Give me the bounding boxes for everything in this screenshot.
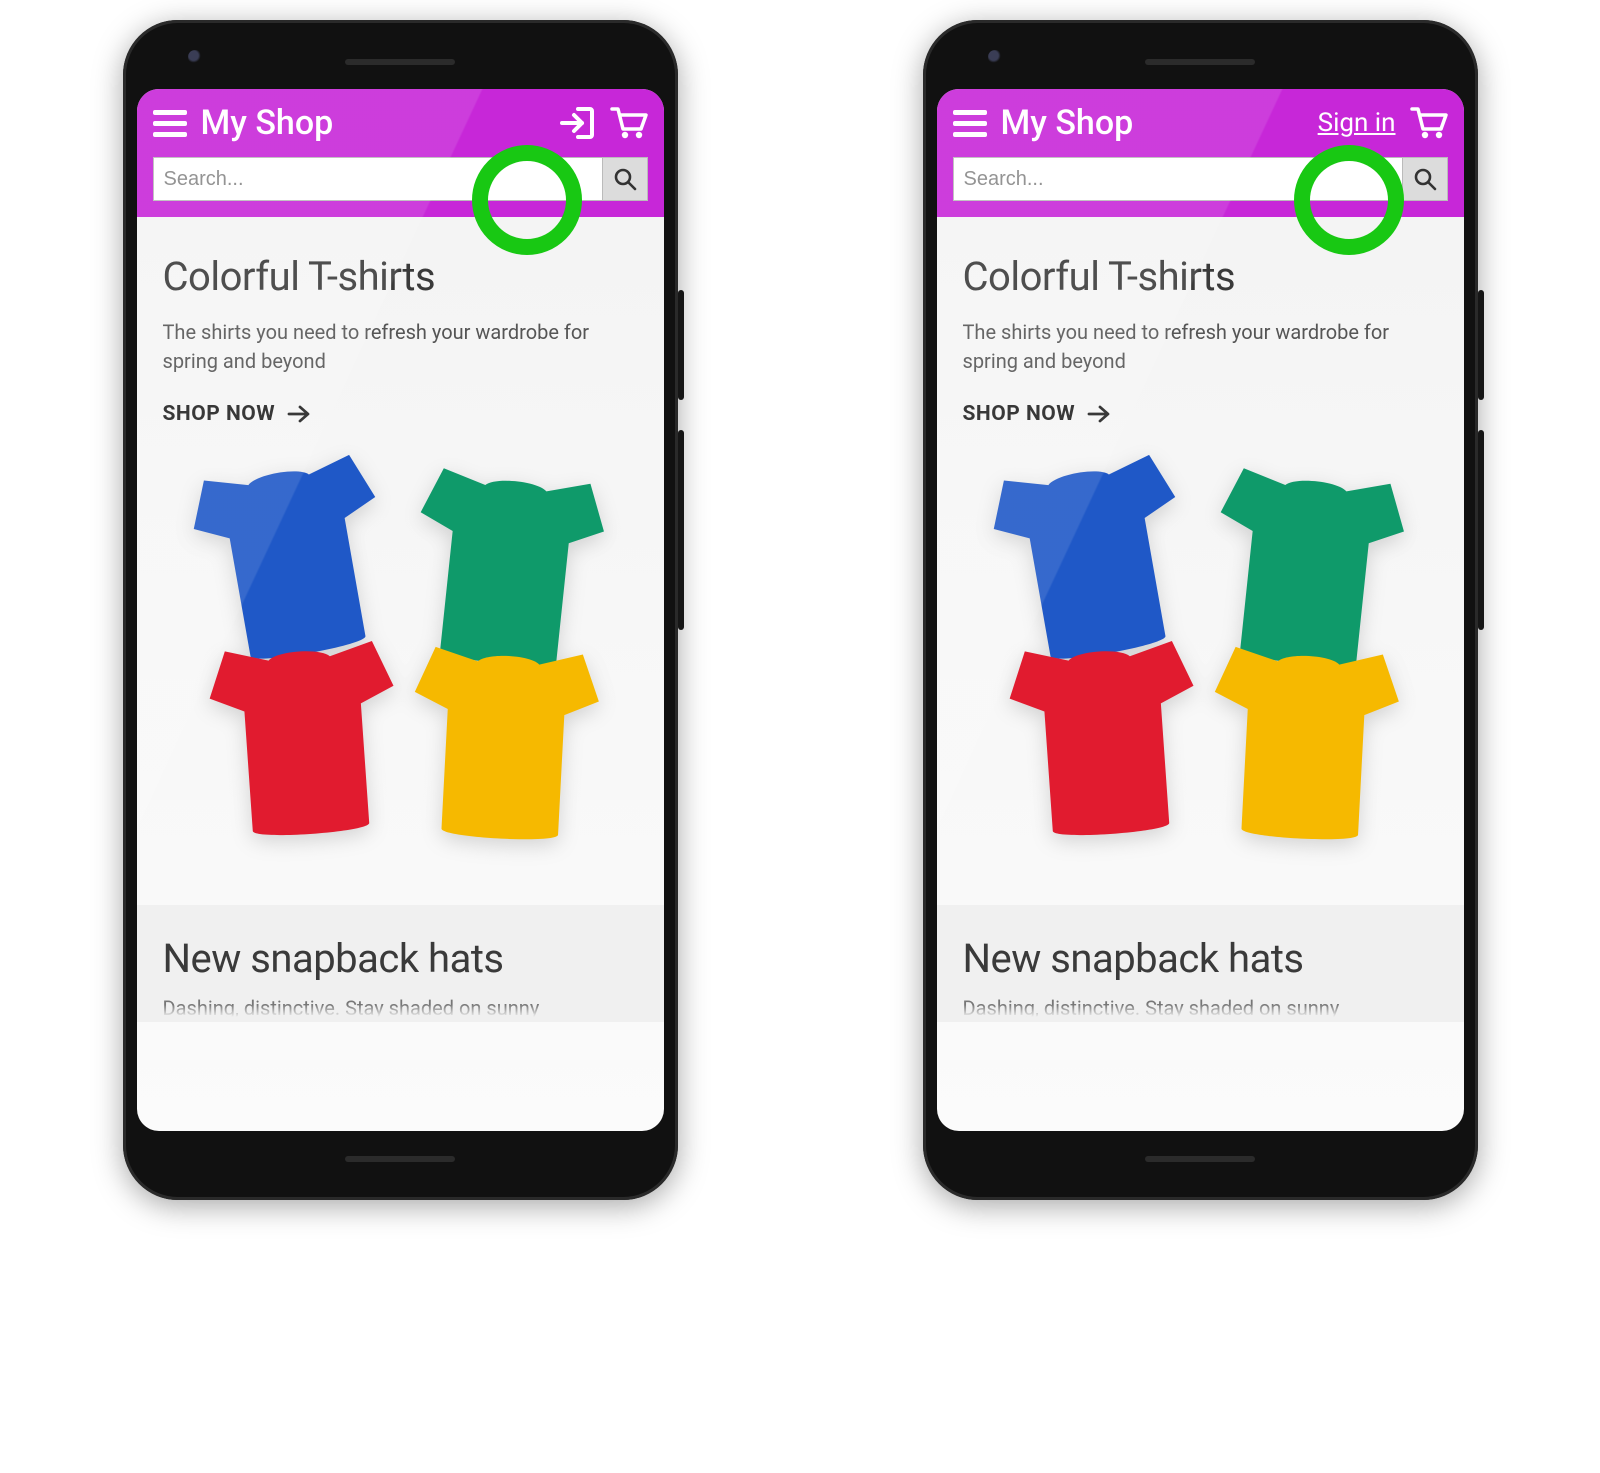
search-icon bbox=[1413, 167, 1437, 191]
speaker-grille bbox=[345, 59, 455, 65]
app-header: My Shop Sign in bbox=[937, 89, 1464, 217]
main-content: Colorful T-shirts The shirts you need to… bbox=[937, 217, 1464, 1022]
front-camera bbox=[188, 50, 202, 64]
cart-icon[interactable] bbox=[1410, 105, 1448, 141]
phone-mockup-text-variant: My Shop Sign in Colorful T-shir bbox=[923, 20, 1478, 1200]
section-title: Colorful T-shirts bbox=[163, 253, 638, 300]
menu-icon[interactable] bbox=[953, 110, 987, 137]
arrow-right-icon bbox=[1087, 403, 1111, 425]
device-side-button bbox=[1478, 290, 1484, 400]
main-content: Colorful T-shirts The shirts you need to… bbox=[137, 217, 664, 1022]
cart-icon[interactable] bbox=[610, 105, 648, 141]
section-secondary: New snapback hats Dashing, distinctive. … bbox=[137, 905, 664, 1022]
search-bar bbox=[153, 157, 648, 201]
section-title: New snapback hats bbox=[963, 935, 1438, 982]
section-subtitle-truncated: Dashing, distinctive. Stay shaded on sun… bbox=[963, 996, 1438, 1018]
speaker-grille bbox=[1145, 59, 1255, 65]
search-button[interactable] bbox=[602, 157, 648, 201]
cta-label: SHOP NOW bbox=[163, 402, 276, 426]
hero-image bbox=[163, 454, 638, 853]
speaker-grille bbox=[1145, 1156, 1255, 1162]
front-camera bbox=[988, 50, 1002, 64]
signin-icon[interactable] bbox=[560, 105, 596, 141]
phone-mockup-icon-variant: My Shop bbox=[123, 20, 678, 1200]
app-screen: My Shop bbox=[137, 89, 664, 1131]
device-bottom-bar bbox=[937, 1131, 1464, 1186]
search-input[interactable] bbox=[953, 157, 1402, 201]
section-subtitle-truncated: Dashing, distinctive. Stay shaded on sun… bbox=[163, 996, 638, 1018]
shop-now-button[interactable]: SHOP NOW bbox=[163, 402, 312, 426]
signin-link[interactable]: Sign in bbox=[1318, 108, 1396, 138]
search-icon bbox=[613, 167, 637, 191]
section-secondary: New snapback hats Dashing, distinctive. … bbox=[937, 905, 1464, 1022]
device-bottom-bar bbox=[137, 1131, 664, 1186]
search-input[interactable] bbox=[153, 157, 602, 201]
app-title: My Shop bbox=[201, 103, 546, 143]
section-subtitle: The shirts you need to refresh your ward… bbox=[163, 318, 638, 376]
search-bar bbox=[953, 157, 1448, 201]
device-side-button bbox=[678, 430, 684, 630]
speaker-grille bbox=[345, 1156, 455, 1162]
arrow-right-icon bbox=[287, 403, 311, 425]
shop-now-button[interactable]: SHOP NOW bbox=[963, 402, 1112, 426]
menu-icon[interactable] bbox=[153, 110, 187, 137]
comparison-stage: My Shop bbox=[0, 0, 1600, 1473]
app-header: My Shop bbox=[137, 89, 664, 217]
section-title: New snapback hats bbox=[163, 935, 638, 982]
hero-image bbox=[963, 454, 1438, 853]
app-title: My Shop bbox=[1001, 103, 1304, 143]
device-top-bar bbox=[937, 34, 1464, 89]
search-button[interactable] bbox=[1402, 157, 1448, 201]
device-side-button bbox=[678, 290, 684, 400]
cta-label: SHOP NOW bbox=[963, 402, 1076, 426]
section-title: Colorful T-shirts bbox=[963, 253, 1438, 300]
device-side-button bbox=[1478, 430, 1484, 630]
section-subtitle: The shirts you need to refresh your ward… bbox=[963, 318, 1438, 376]
device-top-bar bbox=[137, 34, 664, 89]
app-screen: My Shop Sign in Colorful T-shir bbox=[937, 89, 1464, 1131]
